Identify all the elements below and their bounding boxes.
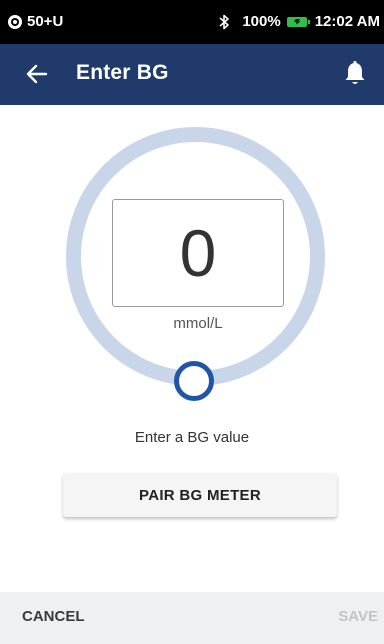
bg-entry-panel: 0 mmol/L Enter a BG value PAIR BG METER: [0, 105, 384, 592]
status-bar: 50+U 100% 12:02 AM: [0, 0, 384, 44]
bg-value: 0: [179, 216, 217, 290]
pod-status-icon: [8, 14, 22, 29]
cancel-button[interactable]: CANCEL: [22, 608, 85, 625]
bell-icon[interactable]: [342, 60, 368, 88]
hint-text: Enter a BG value: [134, 429, 250, 446]
battery-charging-icon: [286, 16, 310, 27]
pair-bg-meter-button[interactable]: PAIR BG METER: [63, 473, 337, 517]
pod-label: 50+U: [27, 13, 64, 30]
bluetooth-icon: [219, 14, 230, 29]
status-time: 12:02 AM: [314, 13, 380, 30]
battery-percent: 100%: [242, 13, 281, 30]
status-left: 50+U: [8, 13, 63, 30]
app-header: Enter BG: [0, 44, 384, 105]
dial-handle[interactable]: [174, 361, 214, 401]
unit-label: mmol/L: [173, 315, 223, 332]
footer-bar: CANCEL SAVE: [0, 592, 384, 644]
status-right: 100% 12:02 AM: [218, 13, 380, 30]
bg-value-field[interactable]: 0: [112, 199, 284, 307]
page-title: Enter BG: [76, 61, 169, 84]
arrow-left-icon[interactable]: [24, 61, 50, 87]
save-button[interactable]: SAVE: [338, 608, 378, 625]
